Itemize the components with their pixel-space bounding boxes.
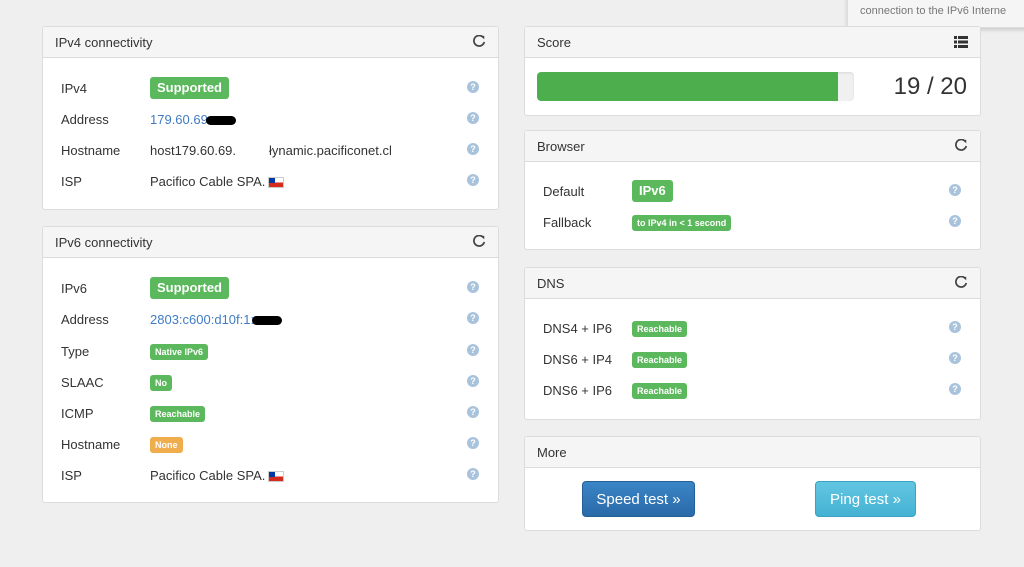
ipv4-row-address: Address 179.60.69 ? xyxy=(43,108,498,128)
ipv6-panel: IPv6 connectivity IPv6 Supported ? Addre… xyxy=(42,226,499,503)
dns-row: DNS6 + IP4 Reachable ? xyxy=(525,349,980,369)
redaction-mark xyxy=(252,316,283,326)
browser-panel: Browser Default IPv6 ? Fallback to IPv4 … xyxy=(524,130,981,250)
help-icon[interactable]: ? xyxy=(467,468,479,480)
row-label: Hostname xyxy=(61,143,121,158)
score-progress-fill xyxy=(537,72,839,101)
row-label: Fallback xyxy=(543,215,592,230)
ipv4-panel-title: IPv4 connectivity xyxy=(55,35,153,50)
dns-status-badge: Reachable xyxy=(632,352,688,368)
dns-panel-header: DNS xyxy=(525,268,980,299)
ipv6-row-hostname: Hostname None ? xyxy=(43,433,498,453)
row-label: ISP xyxy=(61,468,82,483)
ipv6-address-link[interactable]: 2803:c600:d10f:1: xyxy=(150,312,254,327)
help-icon[interactable]: ? xyxy=(949,383,961,395)
help-icon[interactable]: ? xyxy=(467,406,479,418)
dns-row: DNS6 + IP6 Reachable ? xyxy=(525,380,980,400)
row-label: DNS6 + IP6 xyxy=(543,383,613,398)
redaction-mark xyxy=(205,116,236,126)
score-value: 19 / 20 xyxy=(893,73,967,100)
score-panel-header: Score xyxy=(525,27,980,58)
type-badge: Native IPv6 xyxy=(150,344,209,360)
ipv4-panel-header: IPv4 connectivity xyxy=(43,27,498,58)
refresh-icon[interactable] xyxy=(471,234,487,250)
help-icon[interactable]: ? xyxy=(467,112,479,124)
row-label: ICMP xyxy=(61,406,94,421)
browser-row-default: Default IPv6 ? xyxy=(525,180,980,202)
dns-status-badge: Reachable xyxy=(632,383,688,399)
row-label: IPv6 xyxy=(61,281,88,296)
row-label: Type xyxy=(61,344,90,359)
hostname-value: host179.60.69. xyxy=(150,143,237,158)
hostname-badge: None xyxy=(150,437,183,453)
dns-panel: DNS DNS4 + IP6 Reachable ? DNS6 + IP4 Re… xyxy=(524,267,981,420)
help-icon[interactable]: ? xyxy=(949,184,961,196)
dns-panel-title: DNS xyxy=(537,276,565,291)
row-label: Address xyxy=(61,112,109,127)
speed-test-button[interactable]: Speed test » xyxy=(582,481,695,517)
help-icon[interactable]: ? xyxy=(949,215,961,227)
refresh-icon[interactable] xyxy=(471,34,487,50)
help-icon[interactable]: ? xyxy=(467,437,479,449)
default-protocol-badge: IPv6 xyxy=(632,180,673,202)
ipv4-row-isp: ISP Pacifico Cable SPA. ? xyxy=(43,170,498,190)
tooltip: connection to the IPv6 Interne xyxy=(847,0,1024,28)
help-icon[interactable]: ? xyxy=(949,352,961,364)
browser-panel-header: Browser xyxy=(525,131,980,162)
row-label: IPv4 xyxy=(61,81,88,96)
ipv6-row-support: IPv6 Supported ? xyxy=(43,277,498,299)
dns-row: DNS4 + IP6 Reachable ? xyxy=(525,318,980,338)
tooltip-text: connection to the IPv6 Interne xyxy=(860,5,1007,17)
row-label: Address xyxy=(61,312,109,327)
ipv6-row-address: Address 2803:c600:d10f:1: ? xyxy=(43,308,498,328)
help-icon[interactable]: ? xyxy=(467,344,479,356)
help-icon[interactable]: ? xyxy=(467,174,479,186)
row-label: SLAAC xyxy=(61,375,104,390)
more-panel: More Speed test » Ping test » xyxy=(524,436,981,531)
ipv6-row-icmp: ICMP Reachable ? xyxy=(43,402,498,422)
row-label: DNS6 + IP4 xyxy=(543,352,613,367)
more-panel-title: More xyxy=(537,445,567,460)
list-icon[interactable] xyxy=(953,34,969,50)
ipv6-panel-header: IPv6 connectivity xyxy=(43,227,498,258)
ipv4-address-link[interactable]: 179.60.69 xyxy=(150,112,208,127)
status-badge: Supported xyxy=(150,77,229,99)
dns-status-badge: Reachable xyxy=(632,321,688,337)
row-label: Default xyxy=(543,184,585,199)
help-icon[interactable]: ? xyxy=(467,375,479,387)
browser-panel-title: Browser xyxy=(537,139,585,154)
slaac-badge: No xyxy=(150,375,172,391)
score-progress-track xyxy=(537,72,854,101)
help-icon[interactable]: ? xyxy=(949,321,961,333)
help-icon[interactable]: ? xyxy=(467,143,479,155)
isp-value: Pacifico Cable SPA. xyxy=(150,174,266,189)
ipv4-panel: IPv4 connectivity IPv4 Supported ? Addre… xyxy=(42,26,499,210)
fallback-badge: to IPv4 in < 1 second xyxy=(632,215,732,231)
chile-flag-icon xyxy=(268,471,285,483)
ipv6-row-slaac: SLAAC No ? xyxy=(43,371,498,391)
ipv4-row-support: IPv4 Supported ? xyxy=(43,77,498,99)
refresh-icon[interactable] xyxy=(953,138,969,154)
row-label: Hostname xyxy=(61,437,121,452)
ping-test-button[interactable]: Ping test » xyxy=(815,481,916,517)
status-badge: Supported xyxy=(150,277,229,299)
chile-flag-icon xyxy=(268,177,285,189)
isp-value: Pacifico Cable SPA. xyxy=(150,468,266,483)
icmp-badge: Reachable xyxy=(150,406,206,422)
help-icon[interactable]: ? xyxy=(467,312,479,324)
row-label: DNS4 + IP6 xyxy=(543,321,613,336)
score-panel: Score 19 / 20 xyxy=(524,26,981,116)
ipv6-row-type: Type Native IPv6 ? xyxy=(43,340,498,360)
ipv4-row-hostname: Hostname host179.60.69. łynamic.pacifico… xyxy=(43,139,498,159)
help-icon[interactable]: ? xyxy=(467,281,479,293)
ipv6-row-isp: ISP Pacifico Cable SPA. ? xyxy=(43,464,498,484)
row-label: ISP xyxy=(61,174,82,189)
browser-row-fallback: Fallback to IPv4 in < 1 second ? xyxy=(525,212,980,232)
hostname-value-suffix: łynamic.pacificonet.cl xyxy=(269,143,392,158)
score-panel-title: Score xyxy=(537,35,571,50)
more-panel-header: More xyxy=(525,437,980,468)
help-icon[interactable]: ? xyxy=(467,81,479,93)
refresh-icon[interactable] xyxy=(953,275,969,291)
ipv6-panel-title: IPv6 connectivity xyxy=(55,235,153,250)
